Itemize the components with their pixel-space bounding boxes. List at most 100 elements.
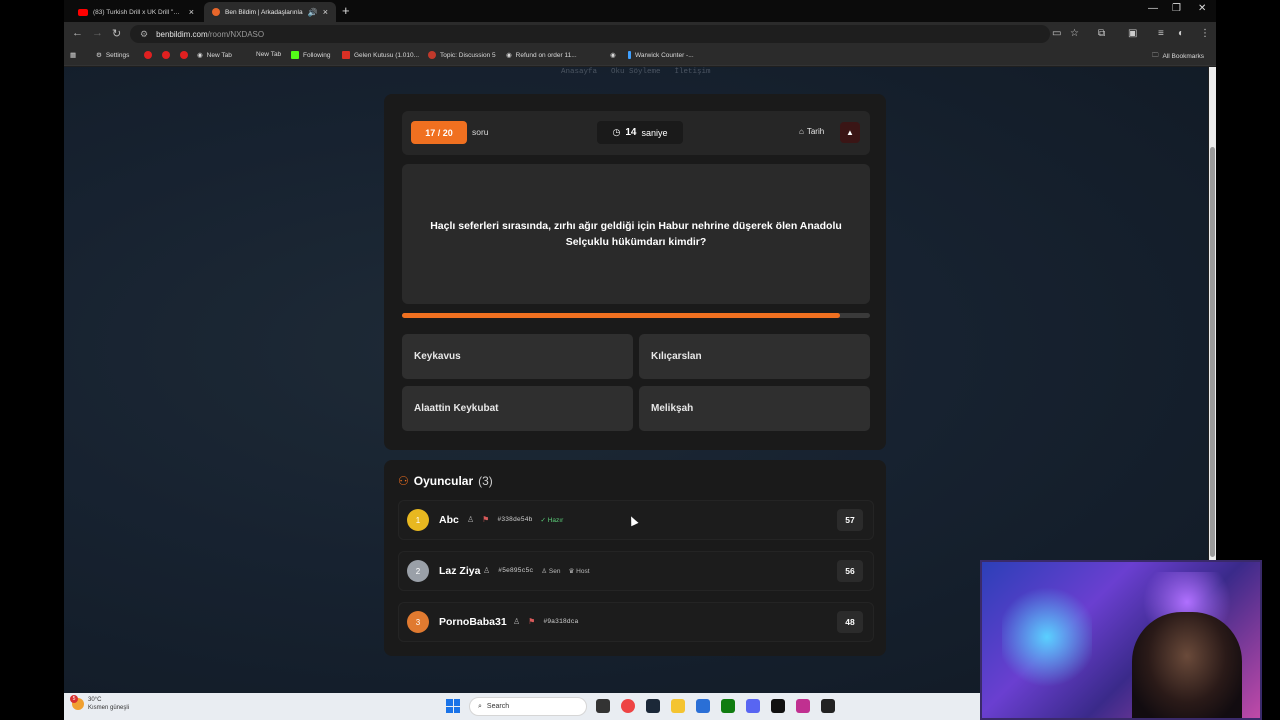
host-badge: ♛ Host <box>568 567 590 575</box>
category-label: Tarih <box>806 127 825 136</box>
player-code: #9a318dca <box>543 618 579 625</box>
close-tab-icon[interactable]: × <box>323 7 328 17</box>
question-text: Haçlı seferleri sırasında, zırhı ağır ge… <box>430 220 842 248</box>
restore-icon[interactable]: ❐ <box>1172 3 1181 14</box>
url-input[interactable]: ⚙ benbildim.com/room/NXDASO <box>130 25 1050 43</box>
player-code: #5e895c5c <box>498 567 534 574</box>
check-icon: ✓ <box>540 516 546 524</box>
close-window-icon[interactable]: ✕ <box>1198 3 1206 14</box>
bookmark-youtube-2[interactable] <box>162 51 170 59</box>
close-tab-icon[interactable]: × <box>189 7 194 17</box>
downloads-icon[interactable]: ≡ <box>1158 28 1164 39</box>
forward-icon[interactable]: → <box>92 27 103 39</box>
bookmark-settings[interactable]: ⚙ Settings <box>96 51 129 60</box>
xbox-icon[interactable] <box>721 699 735 713</box>
extensions-icon[interactable]: ⧉ <box>1098 28 1105 39</box>
menu-icon[interactable]: ⋮ <box>1200 28 1210 39</box>
site-info-icon[interactable]: ⚙ <box>140 29 148 40</box>
player-score: 48 <box>837 611 863 633</box>
question-box: Haçlı seferleri sırasında, zırhı ağır ge… <box>402 164 870 304</box>
steam-icon[interactable] <box>646 699 660 713</box>
scrollbar-thumb[interactable] <box>1210 147 1215 557</box>
bookmark-youtube-1[interactable] <box>144 51 152 59</box>
weather-temp: 30°C <box>88 697 102 703</box>
apps-icon[interactable]: ▦ <box>70 51 76 59</box>
address-bar-row: ← → ↻ ⚙ benbildim.com/room/NXDASO ▭ ☆ ⧉ … <box>64 22 1216 46</box>
answer-option-3[interactable]: Alaattin Keykubat <box>402 386 633 431</box>
bookmarks-bar: ▦ ⚙ Settings ◉ New Tab New Tab Following G… <box>64 46 1216 66</box>
reload-icon[interactable]: ↻ <box>112 27 121 40</box>
timer-unit: saniye <box>641 127 668 138</box>
kick-icon <box>291 51 299 59</box>
player-score: 56 <box>837 560 863 582</box>
task-view-icon[interactable] <box>596 699 610 713</box>
players-title: ⚇ Oyuncular (3) <box>398 474 493 488</box>
bookmark-topic[interactable]: Topic: Discussion 5 <box>428 51 496 59</box>
tab-youtube[interactable]: (83) Turkish Drill x UK Drill "AFF × <box>70 2 202 22</box>
gear-icon: ⚙ <box>96 52 102 59</box>
player-row: 2 Laz Ziya ♙ #5e895c5c ♙ Sen ♛ Host 56 <box>398 551 874 591</box>
answer-option-4[interactable]: Melikşah <box>639 386 870 431</box>
report-button[interactable]: ▲ <box>840 122 860 143</box>
minimize-icon[interactable]: — <box>1148 3 1158 14</box>
player-name: PornoBaba31 <box>439 616 507 628</box>
taskbar-search[interactable]: ⌕ Search <box>469 697 587 716</box>
globe-icon: ◉ <box>610 52 616 59</box>
answer-option-2[interactable]: Kılıçarslan <box>639 334 870 379</box>
back-icon[interactable]: ← <box>72 27 83 39</box>
youtube-icon <box>180 51 188 59</box>
tab-bar: (83) Turkish Drill x UK Drill "AFF × Ben… <box>64 0 1216 22</box>
tab-benbildim[interactable]: Ben Bildim | Arkadaşlarınla 🔊 × <box>204 2 336 22</box>
speaker-icon[interactable]: 🔊 <box>308 8 318 17</box>
rank-badge: 3 <box>407 611 429 633</box>
bookmark-new-tab-1[interactable]: ◉ New Tab <box>197 51 232 60</box>
bookmark-gmail[interactable]: Gelen Kutusu (1.010... <box>342 51 419 59</box>
folder-icon: 🗀 <box>1152 52 1159 59</box>
bookmark-new-tab-2[interactable]: New Tab <box>256 51 281 58</box>
streamer-figure <box>1132 612 1242 718</box>
all-bookmarks[interactable]: 🗀 All Bookmarks <box>1152 51 1204 62</box>
crown-icon: ♛ <box>568 567 575 575</box>
bookmark-star-icon[interactable]: ☆ <box>1070 28 1079 39</box>
new-tab-button[interactable]: + <box>342 3 350 18</box>
time-progress-fill <box>402 313 840 318</box>
cast-icon[interactable]: ▭ <box>1052 28 1061 39</box>
url-host: benbildim.com <box>156 29 208 39</box>
store-icon[interactable] <box>696 699 710 713</box>
app-icon[interactable] <box>796 699 810 713</box>
bookmark-youtube-3[interactable] <box>180 51 188 59</box>
player-meta: ♙ ⚑ #338de54b ✓ Hazır <box>467 515 563 524</box>
file-explorer-icon[interactable] <box>671 699 685 713</box>
warning-icon: ▲ <box>846 128 854 137</box>
app-icon[interactable] <box>771 699 785 713</box>
player-score: 57 <box>837 509 863 531</box>
globe-icon: ◉ <box>197 52 203 59</box>
tag-icon: ⌂ <box>799 127 804 136</box>
bookmark-refund[interactable]: ◉ Refund on order 11... <box>506 51 577 60</box>
category-tag: ⌂ Tarih <box>799 127 824 136</box>
you-badge: ♙ Sen <box>541 567 561 575</box>
answer-option-1[interactable]: Keykavus <box>402 334 633 379</box>
nav-contact[interactable]: İletişim <box>675 68 711 76</box>
site-nav: Anasayfa Oku Söyleme İletişim <box>561 68 711 76</box>
quiz-card: 17 / 20 soru ◷ 14 saniye ⌂ Tarih ▲ Haçlı… <box>384 94 886 450</box>
bookmark-warwick[interactable]: Warwick Counter -... <box>628 51 694 59</box>
app-icon[interactable] <box>821 699 835 713</box>
nav-home[interactable]: Anasayfa <box>561 68 597 76</box>
quiz-header: 17 / 20 soru ◷ 14 saniye ⌂ Tarih ▲ <box>402 111 870 155</box>
chrome-icon[interactable] <box>621 699 635 713</box>
user-icon: ♙ <box>513 617 521 626</box>
sidebar-icon[interactable]: ▣ <box>1128 28 1137 39</box>
warwick-icon <box>628 51 631 59</box>
nav-read[interactable]: Oku Söyleme <box>611 68 661 76</box>
screen: (83) Turkish Drill x UK Drill "AFF × Ben… <box>0 0 1280 720</box>
gmail-icon <box>342 51 350 59</box>
player-meta: ♙ ⚑ #9a318dca <box>513 617 578 626</box>
profile-icon[interactable]: ◐ <box>1178 28 1184 39</box>
weather-widget[interactable]: 5 30°C Kısmen güneşli <box>70 695 129 712</box>
windows-start-icon[interactable] <box>446 699 460 713</box>
user-icon: ♙ <box>483 566 491 575</box>
bookmark-following[interactable]: Following <box>291 51 330 59</box>
bookmark-globe[interactable]: ◉ <box>610 51 616 59</box>
discord-icon[interactable] <box>746 699 760 713</box>
